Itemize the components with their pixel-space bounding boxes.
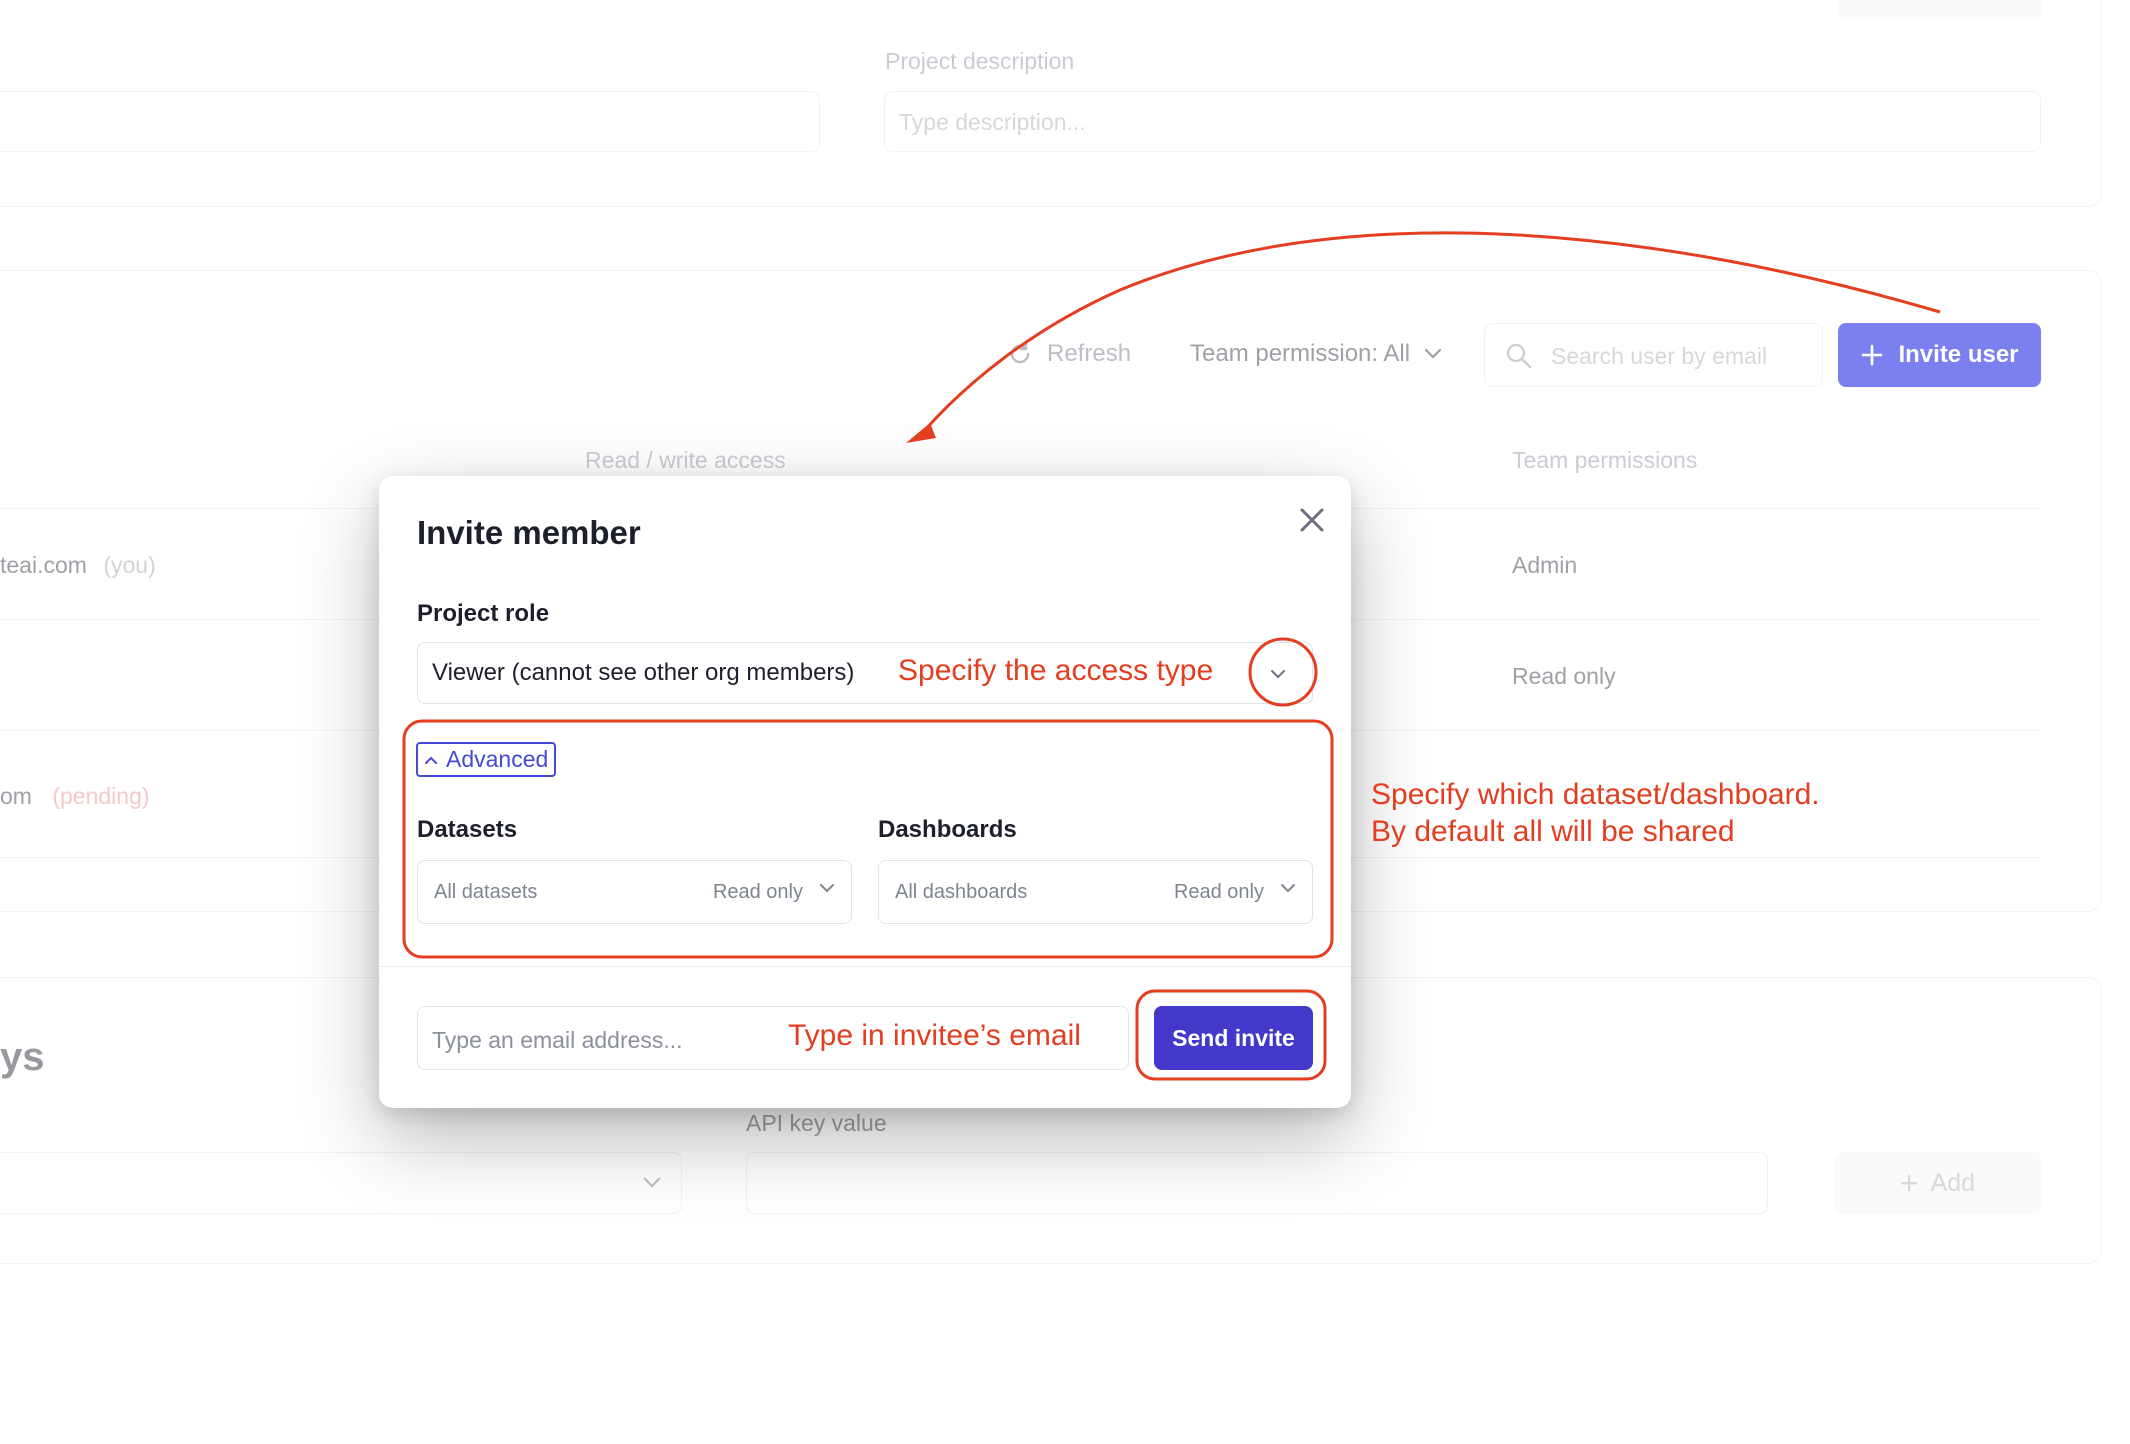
arrow-head-icon	[906, 423, 936, 443]
annotation-advanced-box	[402, 719, 1334, 959]
annotation-circle	[1248, 637, 1318, 707]
annotation-access-type: Specify the access type	[898, 654, 1214, 687]
annotation-send-box	[1135, 989, 1327, 1081]
annotation-overlay	[402, 231, 1941, 1081]
annotation-dataset-line2: By default all will be shared	[1371, 815, 1735, 848]
annotation-arrow	[923, 231, 1941, 431]
annotation-email: Type in invitee’s email	[788, 1019, 1081, 1052]
annotation-dataset-line1: Specify which dataset/dashboard.	[1371, 778, 1820, 811]
